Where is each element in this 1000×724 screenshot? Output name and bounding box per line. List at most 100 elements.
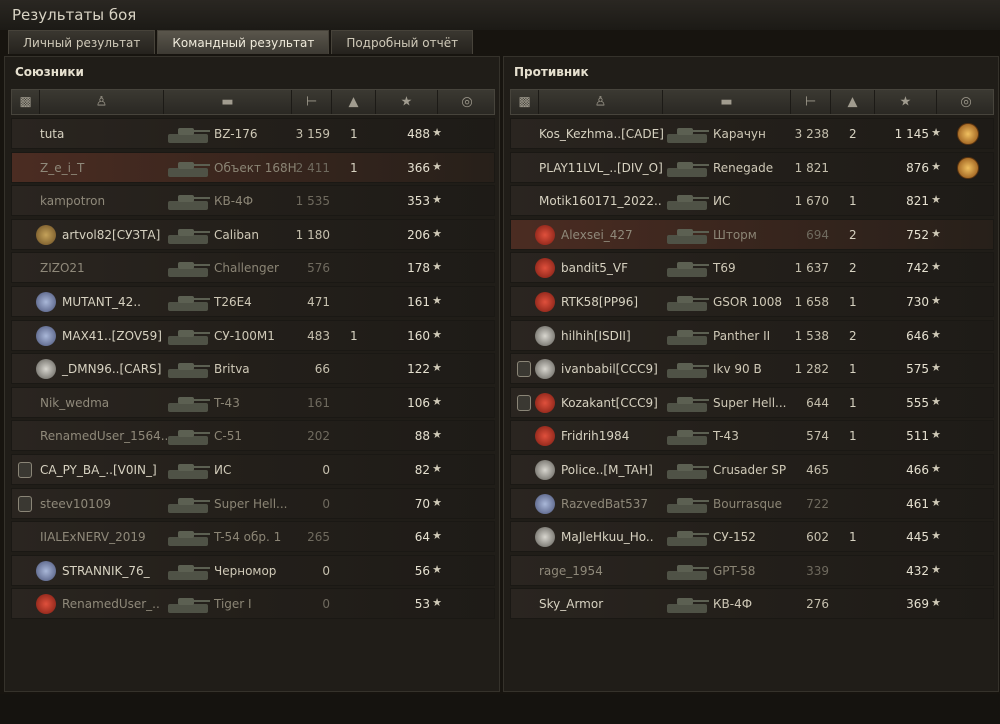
tank-silhouette-icon bbox=[663, 122, 711, 146]
table-row[interactable]: bandit5_VF T69 1 637 2 742 ★ bbox=[510, 252, 994, 284]
table-row[interactable]: CA_PY_BA_..[V0IN_] ИС 0 82 ★ bbox=[11, 453, 495, 485]
table-row[interactable]: MAX41..[ZOV59] СУ-100М1 483 1 160 ★ bbox=[11, 319, 495, 351]
player-name[interactable]: _DMN96..[CARS] bbox=[62, 362, 161, 376]
player-name[interactable]: RenamedUser_1564.. bbox=[40, 429, 168, 443]
xp-column-header[interactable]: ★ bbox=[376, 90, 438, 114]
player-name[interactable]: steev10109 bbox=[40, 497, 111, 511]
table-row[interactable]: Z_e_i_T Объект 168Н 2 411 1 366 ★ bbox=[11, 151, 495, 183]
table-row[interactable]: ivanbabil[CCC9] Ikv 90 B 1 282 1 575 ★ bbox=[510, 353, 994, 385]
damage-column-header[interactable]: ⊢ bbox=[791, 90, 831, 114]
tank-column-header[interactable]: ▬ bbox=[663, 90, 791, 114]
table-row[interactable]: steev10109 Super Hell... 0 70 ★ bbox=[11, 487, 495, 519]
damage-column-header[interactable]: ⊢ bbox=[292, 90, 332, 114]
kills-column-header[interactable]: ▲ bbox=[332, 90, 376, 114]
table-row[interactable]: kampotron КВ-4Ф 1 535 353 ★ bbox=[11, 185, 495, 217]
table-row[interactable]: RTK58[PP96] GSOR 1008 1 658 1 730 ★ bbox=[510, 285, 994, 317]
table-row[interactable]: _DMN96..[CARS] Britva 66 122 ★ bbox=[11, 353, 495, 385]
xp-column-header[interactable]: ★ bbox=[875, 90, 937, 114]
player-name[interactable]: Nik_wedma bbox=[40, 396, 109, 410]
tank-name: Ikv 90 B bbox=[713, 362, 762, 377]
kills-value: 2 bbox=[849, 227, 857, 242]
tank-silhouette-icon bbox=[663, 525, 711, 549]
player-name[interactable]: MUTANT_42.. bbox=[62, 295, 141, 309]
player-name[interactable]: RTK58[PP96] bbox=[561, 295, 638, 309]
player-name[interactable]: tuta bbox=[40, 127, 64, 141]
tank-name: Caliban bbox=[214, 227, 259, 242]
player-name[interactable]: Kos_Kezhma..[CADE] bbox=[539, 127, 664, 141]
player-name[interactable]: Motik160171_2022.. bbox=[539, 194, 662, 208]
xp-value: 742 bbox=[906, 261, 929, 276]
table-row[interactable]: artvol82[СУЗТА] Caliban 1 180 206 ★ bbox=[11, 218, 495, 250]
player-name[interactable]: Kozakant[CCC9] bbox=[561, 396, 658, 410]
table-row[interactable]: IIALExNERV_2019 T-54 обр. 1 265 64 ★ bbox=[11, 521, 495, 553]
table-row[interactable]: Motik160171_2022.. ИС 1 670 1 821 ★ bbox=[510, 185, 994, 217]
player-name[interactable]: RazvedBat537 bbox=[561, 497, 648, 511]
tank-silhouette-icon bbox=[164, 525, 212, 549]
table-row[interactable]: hilhih[ISDII] Panther II 1 538 2 646 ★ bbox=[510, 319, 994, 351]
table-row[interactable]: RazvedBat537 Bourrasque 722 461 ★ bbox=[510, 487, 994, 519]
tab-team-result[interactable]: Командный результат bbox=[157, 30, 330, 54]
table-row[interactable]: Fridrih1984 T-43 574 1 511 ★ bbox=[510, 420, 994, 452]
table-row[interactable]: STRANNIK_76_ Черномор 0 56 ★ bbox=[11, 554, 495, 586]
medal-column-header[interactable]: ◎ bbox=[937, 90, 995, 114]
kills-column-header[interactable]: ▲ bbox=[831, 90, 875, 114]
table-row[interactable]: Kos_Kezhma..[CADE] Карачун 3 238 2 1 145 ★ bbox=[510, 118, 994, 149]
player-name[interactable]: Sky_Armor bbox=[539, 597, 603, 611]
player-name[interactable]: Fridrih1984 bbox=[561, 429, 629, 443]
window-titlebar: Результаты боя bbox=[0, 0, 1000, 30]
damage-value: 694 bbox=[806, 227, 829, 242]
player-name[interactable]: ZIZO21 bbox=[40, 261, 85, 275]
tab-personal-result[interactable]: Личный результат bbox=[8, 30, 156, 54]
player-column-header[interactable]: ♙ bbox=[40, 90, 164, 114]
player-name[interactable]: Z_e_i_T bbox=[40, 161, 84, 175]
platoon-column-header[interactable]: ▩ bbox=[511, 90, 539, 114]
player-name[interactable]: rage_1954 bbox=[539, 564, 603, 578]
player-name[interactable]: RenamedUser_.. bbox=[62, 597, 160, 611]
player-name[interactable]: STRANNIK_76_ bbox=[62, 564, 150, 578]
table-row[interactable]: Kozakant[CCC9] Super Hell... 644 1 555 ★ bbox=[510, 386, 994, 418]
table-row[interactable]: MUTANT_42.. T26E4 471 161 ★ bbox=[11, 285, 495, 317]
table-row[interactable]: PLAY11LVL_..[DIV_O] Renegade 1 821 876 ★ bbox=[510, 151, 994, 183]
star-icon: ★ bbox=[432, 495, 442, 509]
medal-icon[interactable] bbox=[957, 123, 979, 145]
damage-value: 66 bbox=[314, 362, 330, 377]
table-row[interactable]: Nik_wedma T-43 161 106 ★ bbox=[11, 386, 495, 418]
player-name[interactable]: kampotron bbox=[40, 194, 105, 208]
star-icon: ★ bbox=[432, 596, 442, 610]
table-row[interactable]: Police..[M_TAH] Crusader SP 465 466 ★ bbox=[510, 453, 994, 485]
player-name[interactable]: artvol82[СУЗТА] bbox=[62, 228, 160, 242]
table-row[interactable]: tuta BZ-176 3 159 1 488 ★ bbox=[11, 118, 495, 149]
table-row[interactable]: Sky_Armor КВ-4Ф 276 369 ★ bbox=[510, 588, 994, 620]
player-name[interactable]: Alexsei_427 bbox=[561, 228, 633, 242]
tab-detailed-report[interactable]: Подробный отчёт bbox=[331, 30, 474, 54]
player-name[interactable]: MaJleHkuu_Ho.. bbox=[561, 530, 654, 544]
table-row[interactable]: RenamedUser_.. Tiger I 0 53 ★ bbox=[11, 588, 495, 620]
table-row[interactable]: MaJleHkuu_Ho.. СУ-152 602 1 445 ★ bbox=[510, 521, 994, 553]
player-name[interactable]: PLAY11LVL_..[DIV_O] bbox=[539, 161, 663, 175]
player-icon: ♙ bbox=[594, 94, 607, 110]
table-row[interactable]: RenamedUser_1564.. С-51 202 88 ★ bbox=[11, 420, 495, 452]
player-name[interactable]: ivanbabil[CCC9] bbox=[561, 362, 658, 376]
table-row[interactable]: Alexsei_427 Шторм 694 2 752 ★ bbox=[510, 218, 994, 250]
tank-name: Britva bbox=[214, 362, 250, 377]
tank-silhouette-icon bbox=[164, 592, 212, 616]
tank-column-header[interactable]: ▬ bbox=[164, 90, 292, 114]
xp-value: 511 bbox=[906, 429, 929, 444]
player-name[interactable]: Police..[M_TAH] bbox=[561, 463, 653, 477]
medal-icon[interactable] bbox=[957, 156, 979, 179]
platoon-column-header[interactable]: ▩ bbox=[12, 90, 40, 114]
player-name[interactable]: CA_PY_BA_..[V0IN_] bbox=[40, 463, 157, 477]
table-row[interactable]: rage_1954 GPT-58 339 432 ★ bbox=[510, 554, 994, 586]
player-name[interactable]: bandit5_VF bbox=[561, 261, 628, 275]
medal-column-header[interactable]: ◎ bbox=[438, 90, 496, 114]
player-name[interactable]: hilhih[ISDII] bbox=[561, 329, 631, 343]
damage-value: 0 bbox=[322, 496, 330, 511]
table-row[interactable]: ZIZO21 Challenger 576 178 ★ bbox=[11, 252, 495, 284]
player-column-header[interactable]: ♙ bbox=[539, 90, 663, 114]
damage-icon: ⊢ bbox=[305, 94, 318, 110]
star-icon: ★ bbox=[432, 159, 442, 173]
player-name[interactable]: IIALExNERV_2019 bbox=[40, 530, 146, 544]
kills-value: 2 bbox=[849, 261, 857, 276]
allies-rows: tuta BZ-176 3 159 1 488 ★ Z_e_i_T Объект 168Н 2 … bbox=[11, 118, 495, 622]
player-name[interactable]: MAX41..[ZOV59] bbox=[62, 329, 162, 343]
